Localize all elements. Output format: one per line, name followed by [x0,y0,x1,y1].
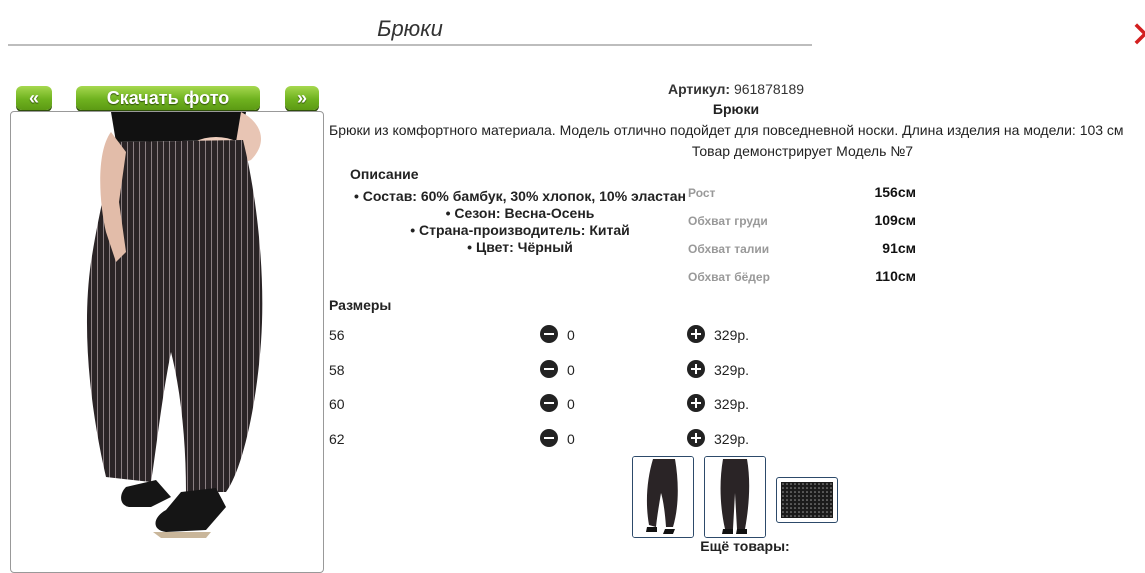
sku-label: Артикул: [667,81,731,97]
measurement-row: Обхват талии 91см [688,240,918,268]
measurement-label: Обхват груди [688,214,768,228]
sku-value: 961878189 [733,81,805,97]
plus-icon[interactable] [687,394,705,412]
minus-icon[interactable] [540,429,558,447]
size-row: 58 0 329р. [329,360,789,380]
size-price: 329р. [714,362,750,378]
plus-icon[interactable] [687,360,705,378]
minus-icon[interactable] [540,360,558,378]
thumbnail-image [781,482,833,518]
measurement-label: Обхват бёдер [688,270,770,284]
spec-item: Состав: 60% бамбук, 30% хлопок, 10% элас… [345,188,695,205]
size-label: 62 [329,431,345,447]
size-price: 329р. [714,327,750,343]
next-photo-button[interactable]: » [285,86,319,110]
minus-icon[interactable] [540,325,558,343]
model-measurements: Рост 156см Обхват груди 109см Обхват тал… [688,184,918,296]
product-photo [10,111,324,573]
measurement-value: 156см [874,184,916,200]
size-label: 58 [329,362,345,378]
measurement-label: Рост [688,186,716,200]
spec-item: Страна-производитель: Китай [345,222,695,239]
product-photo-image [86,112,263,538]
download-photo-button[interactable]: Скачать фото [76,86,260,110]
thumbnail-image [633,457,693,537]
product-description: Брюки из комфортного материала. Модель о… [329,122,1124,138]
size-row: 60 0 329р. [329,394,789,414]
more-products-heading: Ещё товары: [700,538,790,554]
spec-item: Цвет: Чёрный [345,239,695,256]
thumbnail-image [705,457,765,537]
size-label: 60 [329,396,345,412]
model-note: Товар демонстрирует Модель №7 [691,143,914,159]
sizes-heading: Размеры [329,297,392,313]
quantity-value: 0 [567,362,575,378]
size-price: 329р. [714,431,750,447]
measurement-row: Обхват груди 109см [688,212,918,240]
measurement-row: Обхват бёдер 110см [688,268,918,296]
thumbnail-photo-2[interactable] [704,456,766,538]
size-row: 62 0 329р. [329,429,789,449]
sku-line: Артикул: 961878189 [330,81,1142,97]
size-label: 56 [329,327,345,343]
plus-icon[interactable] [687,429,705,447]
measurement-value: 109см [874,212,916,228]
quantity-value: 0 [567,327,575,343]
close-icon[interactable]: ✕ [1130,18,1145,52]
prev-photo-button[interactable]: « [16,86,52,110]
size-row: 56 0 329р. [329,325,789,345]
measurement-value: 91см [882,240,916,256]
minus-icon[interactable] [540,394,558,412]
description-heading: Описание [350,166,419,182]
measurement-row: Рост 156см [688,184,918,212]
plus-icon[interactable] [687,325,705,343]
quantity-value: 0 [567,396,575,412]
measurement-label: Обхват талии [688,242,770,256]
thumbnail-fabric[interactable] [776,477,838,523]
quantity-value: 0 [567,431,575,447]
thumbnail-photo-1[interactable] [632,456,694,538]
page-title: Брюки [8,14,812,46]
product-name: Брюки [712,101,760,117]
size-price: 329р. [714,396,750,412]
measurement-value: 110см [875,268,916,284]
specs-list: Состав: 60% бамбук, 30% хлопок, 10% элас… [345,188,695,256]
spec-item: Сезон: Весна-Осень [345,205,695,222]
